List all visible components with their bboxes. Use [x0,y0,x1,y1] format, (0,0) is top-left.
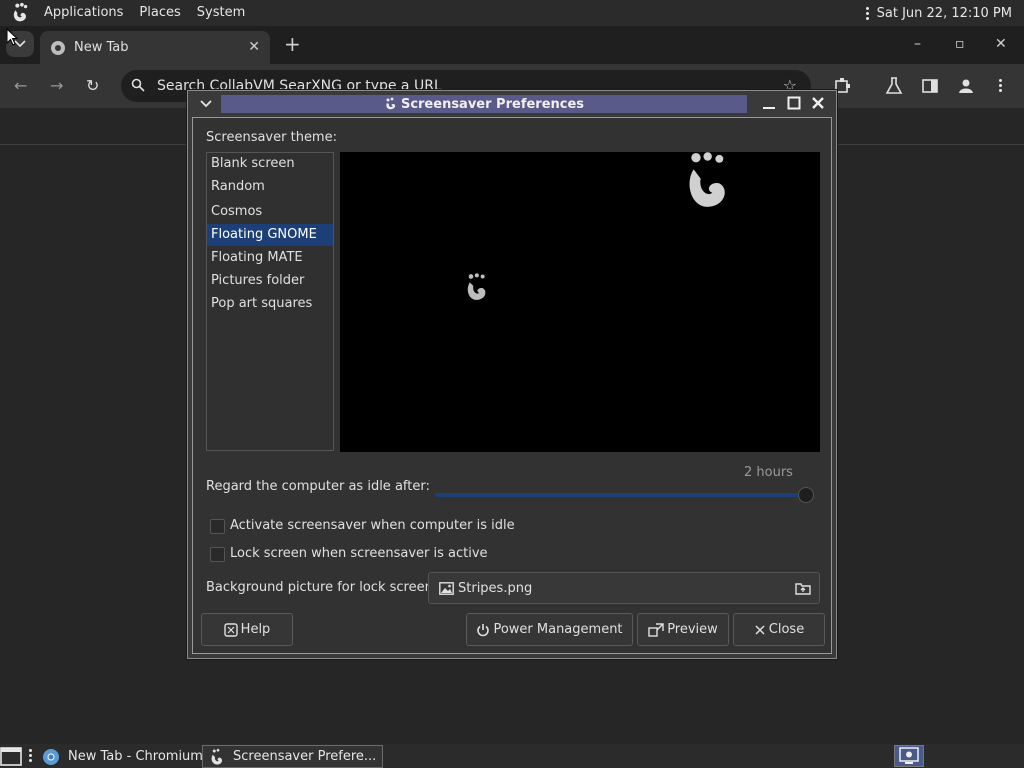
tab-new-tab[interactable]: New Tab ✕ [40,31,270,64]
clock[interactable]: Sat Jun 22, 12:10 PM [877,6,1012,21]
forward-button[interactable]: → [50,76,63,95]
activate-checkbox[interactable] [210,519,225,534]
preview-button[interactable]: Preview [637,613,729,646]
tab-title: New Tab [74,40,129,55]
menu-places[interactable]: Places [131,0,188,26]
close-button-label: Close [768,622,805,637]
labs-flask-icon[interactable] [884,76,904,96]
help-button-label: Help [240,622,271,637]
theme-item-floating-mate[interactable]: Floating MATE [207,247,333,269]
globe-icon [51,40,65,55]
activate-label[interactable]: Activate screensaver when computer is id… [230,518,515,533]
lock-checkbox[interactable] [210,547,225,562]
idle-slider-knob[interactable] [798,487,814,503]
theme-item-pop-art-squares[interactable]: Pop art squares [207,293,333,315]
lock-label[interactable]: Lock screen when screensaver is active [230,546,488,561]
top-panel: Applications Places System Sat Jun 22, 1… [0,0,1024,26]
tab-strip: New Tab ✕ + – ▫ ✕ [0,26,1024,64]
minimize-button[interactable]: – [914,36,921,52]
background-file-name: Stripes.png [458,580,533,596]
window-menu-icon[interactable] [200,99,212,109]
open-folder-icon[interactable] [795,581,811,595]
task-chromium[interactable]: New Tab - Chromium [36,745,209,768]
new-tab-button[interactable]: + [284,34,301,54]
profile-icon[interactable] [956,76,976,96]
power-icon [477,623,490,636]
menu-system[interactable]: System [189,0,253,26]
side-panel-icon[interactable] [920,76,940,96]
idle-slider-track[interactable] [435,493,808,497]
dialog-title: Screensaver Preferences [400,96,585,112]
theme-item-random[interactable]: Random [207,176,333,198]
background-file-chooser[interactable]: Stripes.png [428,572,820,604]
dialog-close-icon[interactable] [811,96,825,110]
monitor-icon [899,747,919,764]
maximize-button[interactable]: ▫ [955,36,965,52]
dialog-minimize-icon[interactable] [762,96,776,110]
background-label: Background picture for lock screen: [206,580,438,595]
gnome-foot-small-icon [467,273,486,300]
panel-handle-icon[interactable] [865,6,869,20]
title-stripe: Screensaver Preferences [221,95,747,113]
dialog-titlebar[interactable]: Screensaver Preferences [188,91,836,116]
tray-screensaver-icon[interactable] [894,745,924,767]
task-screensaver-label: Screensaver Prefere... [233,749,377,764]
screensaver-app-icon [386,97,396,110]
image-file-icon [439,581,454,595]
screensaver-preview [340,152,820,452]
close-icon [755,624,765,635]
reload-button[interactable]: ↻ [86,76,99,95]
theme-item-pictures-folder[interactable]: Pictures folder [207,270,333,292]
panel-separator-icon[interactable] [29,749,32,762]
tab-close-icon[interactable]: ✕ [248,39,260,55]
gnome-foot-large-icon [689,152,725,207]
mouse-cursor-icon [6,28,18,46]
theme-item-blank-screen[interactable]: Blank screen [207,153,333,175]
theme-item-cosmos[interactable]: Cosmos [207,201,333,223]
close-button[interactable]: Close [733,613,825,646]
power-management-label: Power Management [493,622,623,637]
help-icon [223,622,238,637]
gnome-foot-icon[interactable] [10,2,32,24]
theme-list[interactable]: Blank screen Random Cosmos Floating GNOM… [206,152,334,451]
browser-menu-icon[interactable] [999,79,1002,92]
show-desktop-icon[interactable] [0,747,22,766]
task-screensaver[interactable]: Screensaver Prefere... [202,745,384,768]
screensaver-task-icon [211,748,223,765]
close-window-button[interactable]: ✕ [995,36,1007,52]
fullscreen-icon [648,622,664,637]
dialog-body: Screensaver theme: Blank screen Random C… [192,117,832,654]
theme-item-floating-gnome[interactable]: Floating GNOME [207,224,333,246]
chromium-icon [43,748,59,765]
power-management-button[interactable]: Power Management [466,613,633,646]
idle-label: Regard the computer as idle after: [206,479,430,494]
back-button[interactable]: ← [14,76,27,95]
task-chromium-label: New Tab - Chromium [68,749,203,764]
screensaver-dialog: Screensaver Preferences Screensaver them… [187,90,837,659]
menu-applications[interactable]: Applications [36,0,131,26]
bottom-panel: New Tab - Chromium Screensaver Prefere..… [0,744,1024,768]
search-icon [131,78,145,92]
idle-value-label: 2 hours [744,465,793,480]
help-button[interactable]: Help [201,613,293,646]
dialog-maximize-icon[interactable] [787,96,801,110]
theme-label: Screensaver theme: [206,130,337,145]
preview-button-label: Preview [667,622,718,637]
